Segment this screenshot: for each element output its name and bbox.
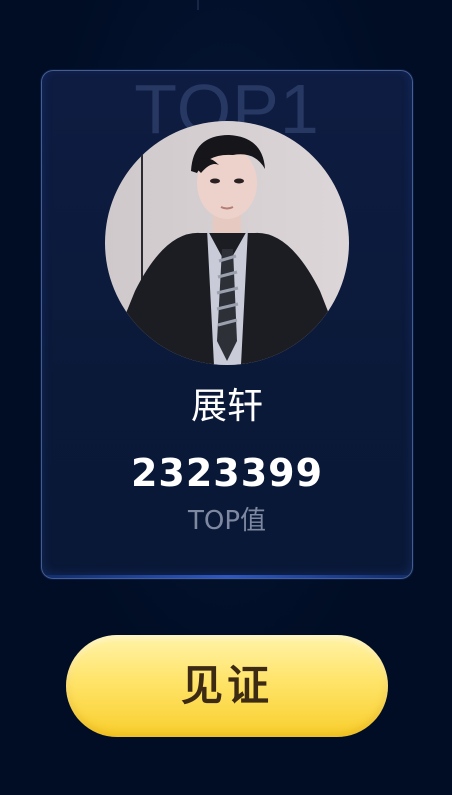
person-name: 展轩 <box>190 386 263 427</box>
witness-button[interactable]: 见证 <box>66 635 388 737</box>
avatar-image <box>105 121 349 365</box>
avatar <box>105 121 349 365</box>
card-bottom-glow <box>42 575 412 578</box>
top-divider <box>197 0 199 10</box>
top-score-label: TOP值 <box>187 506 267 536</box>
witness-button-label: 见证 <box>180 661 273 710</box>
top-rank-card: TOP1 展轩 2323399 TOP值 <box>41 70 413 579</box>
top-score-value: 2323399 <box>130 451 324 495</box>
